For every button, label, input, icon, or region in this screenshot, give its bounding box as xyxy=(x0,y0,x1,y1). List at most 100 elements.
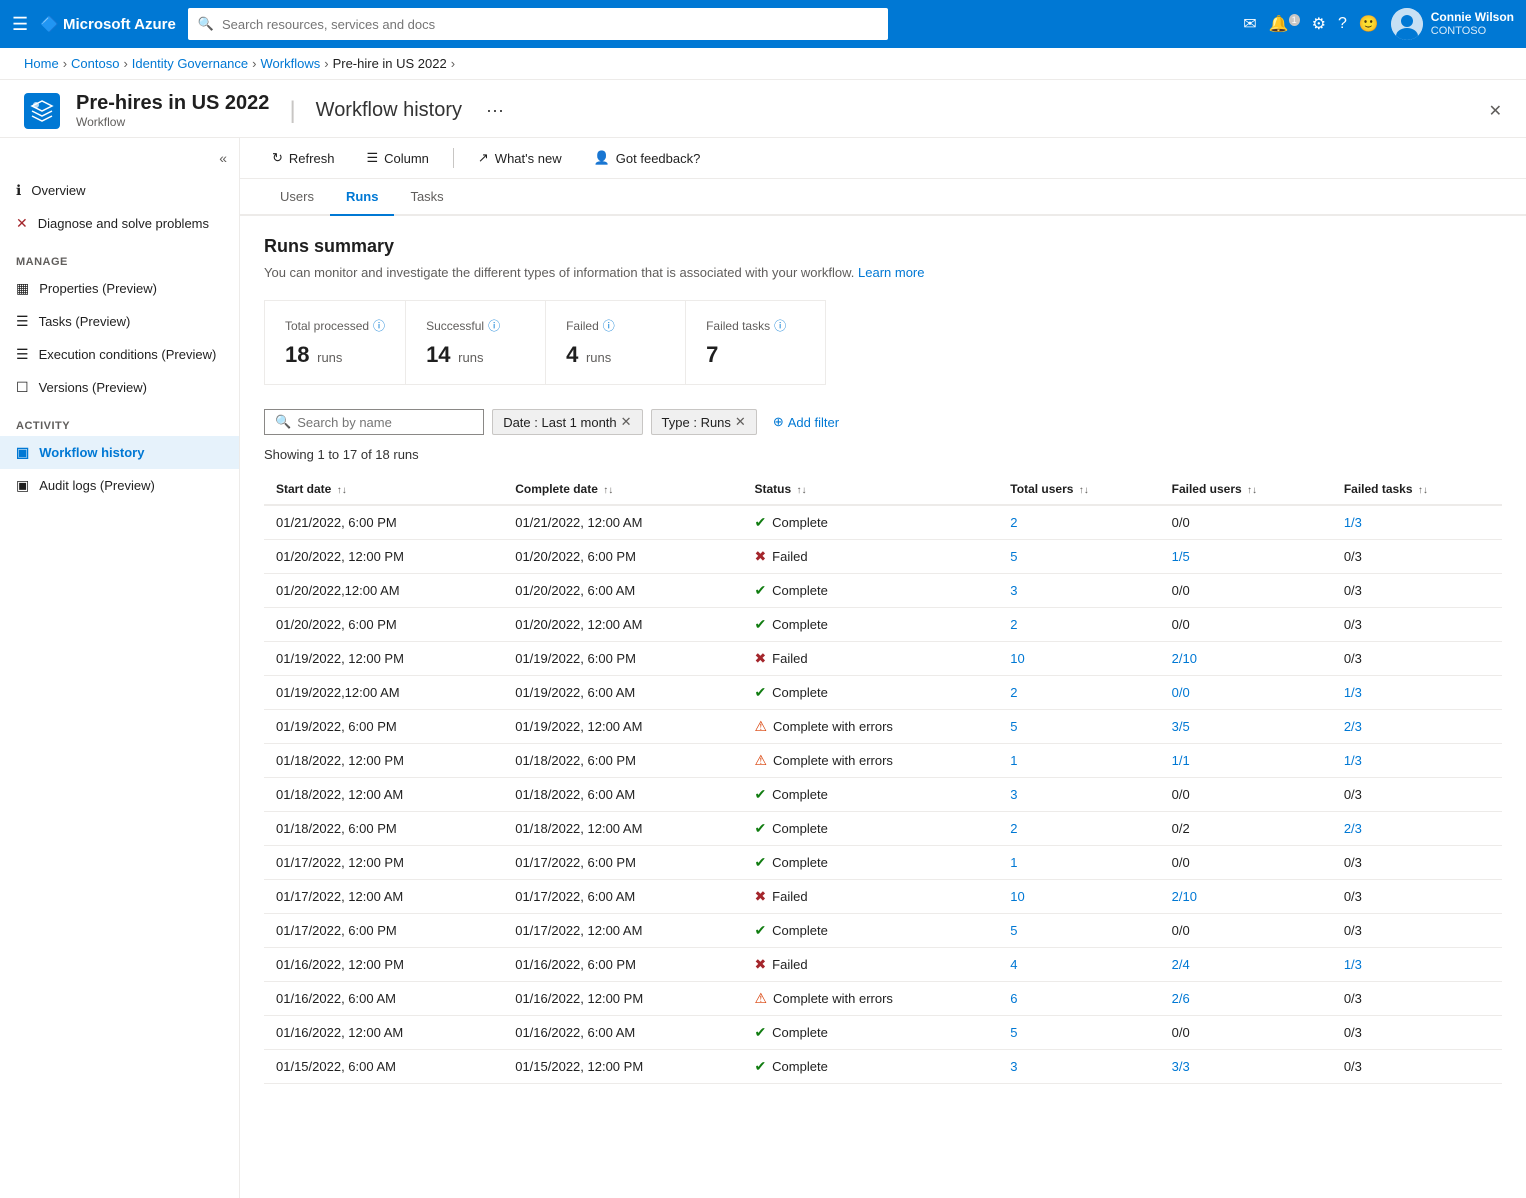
cell-total-users[interactable]: 2 xyxy=(998,608,1159,642)
info-icon-failed-tasks[interactable]: ⓘ xyxy=(774,317,786,334)
user-menu[interactable]: Connie Wilson CONTOSO xyxy=(1391,8,1514,40)
feedback-button[interactable]: 👤 Got feedback? xyxy=(586,146,709,170)
cell-total-users[interactable]: 2 xyxy=(998,812,1159,846)
help-icon[interactable]: ? xyxy=(1338,15,1347,33)
table-row[interactable]: 01/16/2022, 12:00 PM 01/16/2022, 6:00 PM… xyxy=(264,948,1502,982)
col-header-total-users[interactable]: Total users ↑↓ xyxy=(998,474,1159,505)
sidebar-item-versions[interactable]: ☐ Versions (Preview) xyxy=(0,371,239,404)
table-row[interactable]: 01/20/2022, 12:00 PM 01/20/2022, 6:00 PM… xyxy=(264,540,1502,574)
refresh-button[interactable]: ↻ Refresh xyxy=(264,146,342,170)
info-icon-successful[interactable]: ⓘ xyxy=(488,317,500,334)
sidebar-item-overview[interactable]: ℹ Overview xyxy=(0,174,239,207)
table-row[interactable]: 01/17/2022, 12:00 PM 01/17/2022, 6:00 PM… xyxy=(264,846,1502,880)
whats-new-button[interactable]: ↗ What's new xyxy=(470,146,570,170)
cell-total-users[interactable]: 6 xyxy=(998,982,1159,1016)
tab-users[interactable]: Users xyxy=(264,179,330,216)
smiley-icon[interactable]: 🙂 xyxy=(1359,14,1379,34)
cell-failed-tasks[interactable]: 1/3 xyxy=(1332,505,1502,540)
col-header-start-date[interactable]: Start date ↑↓ xyxy=(264,474,503,505)
table-row[interactable]: 01/18/2022, 12:00 AM 01/18/2022, 6:00 AM… xyxy=(264,778,1502,812)
column-button[interactable]: ☰ Column xyxy=(358,146,436,170)
cell-total-users[interactable]: 5 xyxy=(998,1016,1159,1050)
table-row[interactable]: 01/18/2022, 12:00 PM 01/18/2022, 6:00 PM… xyxy=(264,744,1502,778)
col-header-failed-tasks[interactable]: Failed tasks ↑↓ xyxy=(1332,474,1502,505)
cell-total-users[interactable]: 5 xyxy=(998,540,1159,574)
table-row[interactable]: 01/19/2022, 12:00 PM 01/19/2022, 6:00 PM… xyxy=(264,642,1502,676)
more-options-icon[interactable]: ··· xyxy=(486,100,504,121)
table-row[interactable]: 01/17/2022, 12:00 AM 01/17/2022, 6:00 AM… xyxy=(264,880,1502,914)
settings-icon[interactable]: ⚙ xyxy=(1312,14,1326,34)
table-row[interactable]: 01/20/2022, 6:00 PM 01/20/2022, 12:00 AM… xyxy=(264,608,1502,642)
search-bar[interactable]: 🔍 xyxy=(188,8,888,40)
breadcrumb-contoso[interactable]: Contoso xyxy=(71,56,119,71)
cell-failed-tasks[interactable]: 1/3 xyxy=(1332,744,1502,778)
sidebar-item-workflow-history[interactable]: ▣ Workflow history xyxy=(0,436,239,469)
hamburger-icon[interactable]: ☰ xyxy=(12,14,28,35)
tab-runs[interactable]: Runs xyxy=(330,179,395,216)
audit-logs-icon: ▣ xyxy=(16,477,29,494)
mail-icon[interactable]: ✉ xyxy=(1243,14,1256,34)
sidebar-item-audit-logs[interactable]: ▣ Audit logs (Preview) xyxy=(0,469,239,502)
search-filter-input[interactable] xyxy=(297,415,473,430)
cell-failed-tasks[interactable]: 2/3 xyxy=(1332,710,1502,744)
add-filter-button[interactable]: ⊕ Add filter xyxy=(765,410,847,434)
table-row[interactable]: 01/17/2022, 6:00 PM 01/17/2022, 12:00 AM… xyxy=(264,914,1502,948)
breadcrumb-home[interactable]: Home xyxy=(24,56,59,71)
close-icon[interactable]: ✕ xyxy=(1489,101,1502,121)
sidebar-item-execution[interactable]: ☰ Execution conditions (Preview) xyxy=(0,338,239,371)
sidebar-collapse-button[interactable]: « xyxy=(219,150,227,166)
notification-icon[interactable]: 🔔1 xyxy=(1269,14,1300,34)
cell-failed-tasks[interactable]: 2/3 xyxy=(1332,812,1502,846)
table-row[interactable]: 01/16/2022, 12:00 AM 01/16/2022, 6:00 AM… xyxy=(264,1016,1502,1050)
table-row[interactable]: 01/21/2022, 6:00 PM 01/21/2022, 12:00 AM… xyxy=(264,505,1502,540)
table-row[interactable]: 01/19/2022, 6:00 PM 01/19/2022, 12:00 AM… xyxy=(264,710,1502,744)
cell-total-users[interactable]: 10 xyxy=(998,880,1159,914)
info-icon-failed[interactable]: ⓘ xyxy=(603,317,615,334)
cell-failed-users[interactable]: 2/10 xyxy=(1160,880,1332,914)
cell-total-users[interactable]: 3 xyxy=(998,1050,1159,1084)
table-row[interactable]: 01/19/2022,12:00 AM 01/19/2022, 6:00 AM … xyxy=(264,676,1502,710)
table-row[interactable]: 01/18/2022, 6:00 PM 01/18/2022, 12:00 AM… xyxy=(264,812,1502,846)
date-filter[interactable]: Date : Last 1 month ✕ xyxy=(492,409,642,435)
col-header-complete-date[interactable]: Complete date ↑↓ xyxy=(503,474,742,505)
cell-failed-tasks[interactable]: 1/3 xyxy=(1332,676,1502,710)
cell-failed-users[interactable]: 3/5 xyxy=(1160,710,1332,744)
cell-failed-users[interactable]: 3/3 xyxy=(1160,1050,1332,1084)
cell-total-users[interactable]: 2 xyxy=(998,505,1159,540)
search-filter[interactable]: 🔍 xyxy=(264,409,484,435)
cell-total-users[interactable]: 10 xyxy=(998,642,1159,676)
cell-failed-users[interactable]: 2/4 xyxy=(1160,948,1332,982)
table-row[interactable]: 01/16/2022, 6:00 AM 01/16/2022, 12:00 PM… xyxy=(264,982,1502,1016)
type-filter[interactable]: Type : Runs ✕ xyxy=(651,409,757,435)
search-input[interactable] xyxy=(222,17,878,32)
sidebar-item-tasks[interactable]: ☰ Tasks (Preview) xyxy=(0,305,239,338)
cell-failed-users[interactable]: 1/5 xyxy=(1160,540,1332,574)
info-icon-total[interactable]: ⓘ xyxy=(373,317,385,334)
cell-total-users[interactable]: 3 xyxy=(998,778,1159,812)
cell-total-users[interactable]: 1 xyxy=(998,846,1159,880)
cell-total-users[interactable]: 2 xyxy=(998,676,1159,710)
status-text: Complete with errors xyxy=(773,991,893,1006)
breadcrumb-identity-governance[interactable]: Identity Governance xyxy=(132,56,248,71)
type-filter-close[interactable]: ✕ xyxy=(735,414,746,430)
cell-failed-users[interactable]: 2/10 xyxy=(1160,642,1332,676)
table-row[interactable]: 01/15/2022, 6:00 AM 01/15/2022, 12:00 PM… xyxy=(264,1050,1502,1084)
col-header-status[interactable]: Status ↑↓ xyxy=(742,474,998,505)
cell-failed-users[interactable]: 1/1 xyxy=(1160,744,1332,778)
tab-tasks[interactable]: Tasks xyxy=(394,179,459,216)
cell-failed-users[interactable]: 2/6 xyxy=(1160,982,1332,1016)
col-header-failed-users[interactable]: Failed users ↑↓ xyxy=(1160,474,1332,505)
cell-failed-tasks[interactable]: 1/3 xyxy=(1332,948,1502,982)
cell-total-users[interactable]: 5 xyxy=(998,914,1159,948)
sidebar-item-diagnose[interactable]: ✕ Diagnose and solve problems xyxy=(0,207,239,240)
breadcrumb-workflows[interactable]: Workflows xyxy=(261,56,321,71)
sidebar-item-properties[interactable]: ▦ Properties (Preview) xyxy=(0,272,239,305)
cell-failed-users[interactable]: 0/0 xyxy=(1160,676,1332,710)
learn-more-link[interactable]: Learn more xyxy=(858,265,924,280)
date-filter-close[interactable]: ✕ xyxy=(621,414,632,430)
cell-total-users[interactable]: 5 xyxy=(998,710,1159,744)
cell-total-users[interactable]: 3 xyxy=(998,574,1159,608)
cell-total-users[interactable]: 4 xyxy=(998,948,1159,982)
table-row[interactable]: 01/20/2022,12:00 AM 01/20/2022, 6:00 AM … xyxy=(264,574,1502,608)
cell-total-users[interactable]: 1 xyxy=(998,744,1159,778)
